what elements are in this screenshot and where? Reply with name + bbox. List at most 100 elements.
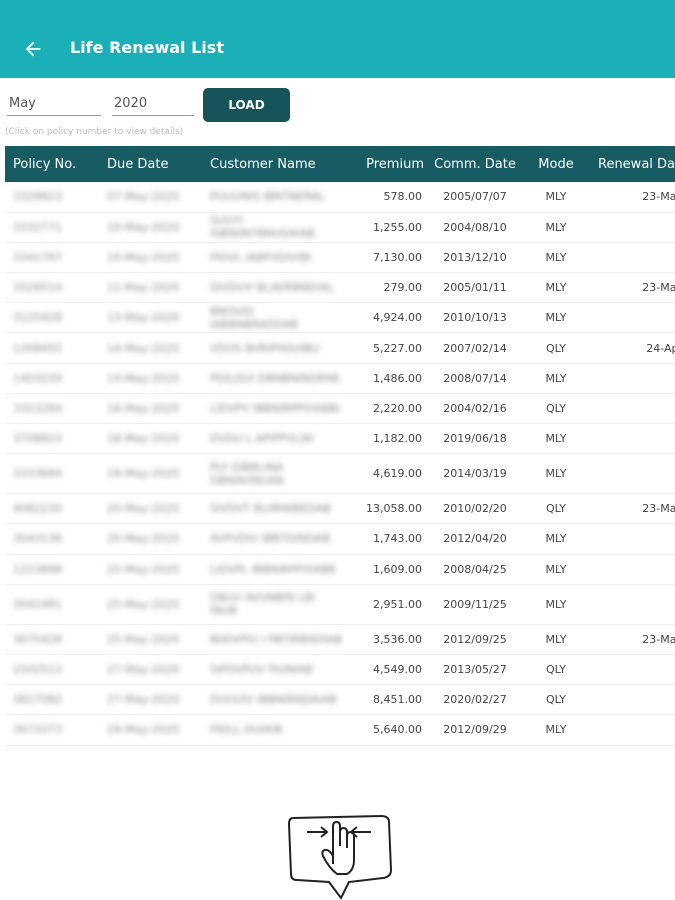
policy-number-cell[interactable]: 3075428 xyxy=(13,633,62,646)
column-header-due-date[interactable]: Due Date xyxy=(101,146,196,182)
table-row[interactable]: 3323284 16-May-2020 LIDVPV IBBNIRPPVIABBI 2… xyxy=(5,393,675,425)
renewal-date-cell: 23-May xyxy=(642,632,675,646)
comm-date-cell: 2013/12/10 xyxy=(443,250,507,264)
customer-name-cell: DVDU L APIPPVLIAI xyxy=(210,432,314,446)
policy-number-cell[interactable]: 3328514 xyxy=(13,281,62,294)
load-button[interactable]: LOAD xyxy=(203,88,290,122)
column-header-premium[interactable]: Premium xyxy=(344,146,424,182)
column-header-policy[interactable]: Policy No. xyxy=(5,146,101,182)
due-date-cell: 18-May-2020 xyxy=(107,432,180,446)
premium-cell: 13,058.00 xyxy=(366,502,422,516)
due-date-cell: 07-May-2020 xyxy=(107,190,180,204)
premium-cell: 1,486.00 xyxy=(373,371,422,385)
table-row[interactable]: 3328823 07-May-2020 PGUUNIS IBNTNERAL 578.0… xyxy=(5,182,675,213)
policy-number-cell[interactable]: 3041981 xyxy=(13,598,62,611)
comm-date-cell: 2013/05/27 xyxy=(443,663,507,677)
column-header-renewal-date[interactable]: Renewal Date xyxy=(586,146,675,182)
table-row[interactable]: 3332771 10-May-2020 SUUYI ISBNIINTBNVDAIAB… xyxy=(5,212,675,243)
table-row[interactable]: 1308455 14-May-2020 VDOS BVRIPIIGUIBU 5,227… xyxy=(5,332,675,364)
table-row[interactable]: 1223898 25-May-2020 LIDVPL IBBNIRPPVIABB 1,… xyxy=(5,554,675,585)
table-row[interactable]: 3708823 18-May-2020 DVDU L APIPPVLIAI 1,182… xyxy=(5,423,675,455)
renewal-date-cell: 24-Apr xyxy=(646,341,675,355)
premium-cell: 5,227.00 xyxy=(373,341,422,355)
table-row[interactable]: 3333684 19-May-2020 PLY DIBBLINA DBNAVINUA… xyxy=(5,453,675,495)
table-row[interactable]: 3341797 10-May-2020 PIOVL IABPVDIVIBI 7,130… xyxy=(5,242,675,274)
column-header-comm-date[interactable]: Comm. Date xyxy=(424,146,526,182)
due-date-cell: 13-May-2020 xyxy=(107,311,180,325)
policy-number-cell[interactable]: 3043136 xyxy=(13,532,62,545)
policy-number-cell[interactable]: 3125428 xyxy=(13,311,62,324)
column-header-mode[interactable]: Mode xyxy=(526,146,586,182)
arrow-back-icon[interactable] xyxy=(22,38,44,60)
premium-cell: 578.00 xyxy=(383,190,423,204)
mode-cell: QLY xyxy=(545,502,567,516)
app-bar: Life Renewal List xyxy=(0,0,675,78)
comm-date-cell: 2005/07/07 xyxy=(443,190,507,204)
due-date-cell: 25-May-2020 xyxy=(107,562,180,576)
table-row[interactable]: 2502513 27-May-2020 SIPDVPUV PIUNIAB 4,549.… xyxy=(5,654,675,686)
policy-number-cell[interactable]: 3708823 xyxy=(13,432,62,445)
comm-date-cell: 2007/02/14 xyxy=(443,341,507,355)
policy-number-cell[interactable]: 3332771 xyxy=(13,221,62,234)
policy-number-cell[interactable]: 4082230 xyxy=(13,502,62,515)
table-row[interactable]: 3075428 25-May-2020 BIIDVPIU I PBTIRBNDIAB… xyxy=(5,624,675,655)
policy-number-cell[interactable]: 3817082 xyxy=(13,693,62,706)
policy-number-cell[interactable]: 3341797 xyxy=(13,251,62,264)
policy-number-cell[interactable]: 3328823 xyxy=(13,190,62,203)
mode-cell: MLY xyxy=(545,371,567,385)
mode-cell: MLY xyxy=(545,632,567,646)
mode-cell: MLY xyxy=(545,723,567,737)
customer-name-cell: SIPDVPUV PIUNIAB xyxy=(210,663,313,677)
comm-date-cell: 2004/08/10 xyxy=(443,220,507,234)
table-row[interactable]: 3125428 13-May-2020 BNOVID IABBNBRADDAB 4,9… xyxy=(5,302,675,334)
policy-number-cell[interactable]: 1308455 xyxy=(13,342,62,355)
customer-name-cell: BNOVID IABBNBRADDAB xyxy=(210,304,299,331)
mode-cell: MLY xyxy=(545,532,567,546)
table-row[interactable]: 3073373 29-May-2020 PIDLL DUIAIB 5,640.00 20… xyxy=(5,714,675,746)
premium-cell: 8,451.00 xyxy=(373,693,422,707)
premium-cell: 4,549.00 xyxy=(373,663,422,677)
table-row[interactable]: 3041981 25-May-2020 DBLVI AVUNBIN LBI INUB… xyxy=(5,584,675,625)
policy-number-cell[interactable]: 3073373 xyxy=(13,723,62,736)
due-date-cell: 11-May-2020 xyxy=(107,281,180,295)
due-date-cell: 19-May-2020 xyxy=(107,467,180,481)
comm-date-cell: 2020/02/27 xyxy=(443,693,507,707)
due-date-cell: 16-May-2020 xyxy=(107,401,180,415)
table-row[interactable]: 3817082 27-May-2020 DUUUIV IBBNIRNDAIAB 8,4… xyxy=(5,684,675,716)
comm-date-cell: 2008/07/14 xyxy=(443,371,507,385)
mode-cell: MLY xyxy=(545,281,567,295)
mode-cell: MLY xyxy=(545,597,567,611)
customer-name-cell: LIDVPV IBBNIRPPVIABBI xyxy=(210,401,341,415)
customer-name-cell: DBLVI AVUNBIN LBI INUB xyxy=(210,591,316,618)
table-row[interactable]: 4082230 20-May-2020 SIVDVT BLIIRNIBEDAB 13,… xyxy=(5,493,675,525)
table-row[interactable]: 3043136 20-May-2020 AVPVDIU IBBTDINDAB 1,74… xyxy=(5,523,675,555)
renewal-date-cell: 23-May xyxy=(642,190,675,204)
table-row[interactable]: 1403229 14-May-2020 PDILDUI DBNBNINDRNE 1,4… xyxy=(5,363,675,394)
table-row[interactable]: 3328514 11-May-2020 DIVDUV BLAVRBNDIAL 279.… xyxy=(5,272,675,304)
policy-number-cell[interactable]: 3333684 xyxy=(13,467,62,480)
premium-cell: 4,619.00 xyxy=(373,467,422,481)
due-date-cell: 14-May-2020 xyxy=(107,371,180,385)
premium-cell: 279.00 xyxy=(383,281,423,295)
due-date-cell: 10-May-2020 xyxy=(107,250,180,264)
policy-number-cell[interactable]: 1223898 xyxy=(13,563,62,576)
mode-cell: MLY xyxy=(545,562,567,576)
customer-name-cell: PLY DIBBLINA DBNAVINUAN xyxy=(210,460,284,487)
comm-date-cell: 2009/11/25 xyxy=(443,597,507,611)
customer-name-cell: DUUUIV IBBNIRNDAIAB xyxy=(210,693,337,707)
premium-cell: 4,924.00 xyxy=(373,311,422,325)
customer-name-cell: SUUYI ISBNIINTBNVDAIAB xyxy=(210,214,315,241)
comm-date-cell: 2010/02/20 xyxy=(443,502,507,516)
policy-number-cell[interactable]: 2502513 xyxy=(13,663,62,676)
mode-cell: MLY xyxy=(545,220,567,234)
year-field[interactable] xyxy=(112,92,194,116)
policy-number-cell[interactable]: 1403229 xyxy=(13,372,62,385)
mode-cell: MLY xyxy=(545,311,567,325)
renewal-table[interactable]: Policy No. Due Date Customer Name Premiu… xyxy=(5,146,675,746)
comm-date-cell: 2005/01/11 xyxy=(443,281,507,295)
mode-cell: QLY xyxy=(545,663,567,677)
comm-date-cell: 2019/06/18 xyxy=(443,432,507,446)
month-field[interactable] xyxy=(7,92,101,116)
policy-number-cell[interactable]: 3323284 xyxy=(13,402,62,415)
column-header-customer-name[interactable]: Customer Name xyxy=(196,146,344,182)
